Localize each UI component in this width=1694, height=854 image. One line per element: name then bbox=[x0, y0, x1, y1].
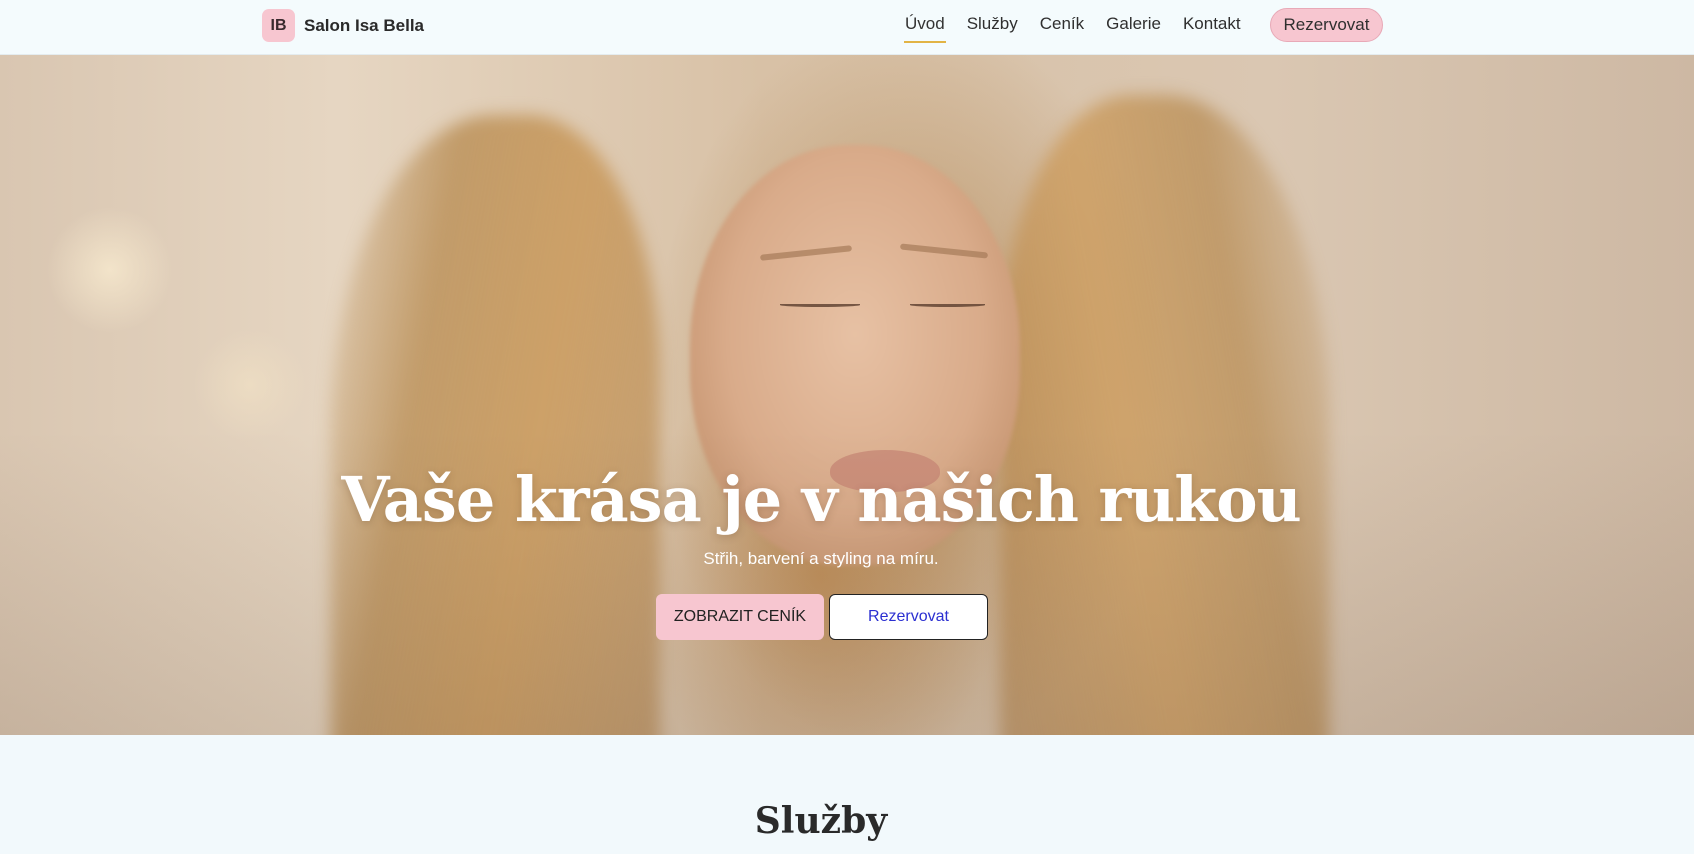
hero-subtitle: Střih, barvení a styling na míru. bbox=[703, 549, 939, 568]
hero-section: Vaše krása je v našich rukou Střih, barv… bbox=[0, 55, 1694, 735]
services-title: Služby bbox=[754, 800, 888, 842]
brand[interactable]: IB Salon Isa Bella bbox=[262, 9, 424, 42]
nav-item-galerie[interactable]: Galerie bbox=[1106, 14, 1161, 36]
nav-item-kontakt[interactable]: Kontakt bbox=[1183, 14, 1241, 36]
site-header: IB Salon Isa Bella Úvod Služby Ceník Gal… bbox=[0, 0, 1694, 55]
header-booking-button[interactable]: Rezervovat bbox=[1270, 8, 1383, 42]
logo-mark: IB bbox=[262, 9, 295, 42]
nav-item-cenik[interactable]: Ceník bbox=[1040, 14, 1084, 36]
nav-item-uvod[interactable]: Úvod bbox=[904, 14, 946, 43]
main-nav: Úvod Služby Ceník Galerie Kontakt bbox=[904, 0, 1263, 50]
hero-booking-button[interactable]: Rezervovat bbox=[829, 594, 988, 640]
brand-name: Salon Isa Bella bbox=[304, 15, 424, 35]
nav-item-sluzby[interactable]: Služby bbox=[967, 14, 1018, 36]
view-pricing-button[interactable]: ZOBRAZIT CENÍK bbox=[656, 594, 824, 640]
hero-title: Vaše krása je v našich rukou bbox=[341, 463, 1301, 536]
